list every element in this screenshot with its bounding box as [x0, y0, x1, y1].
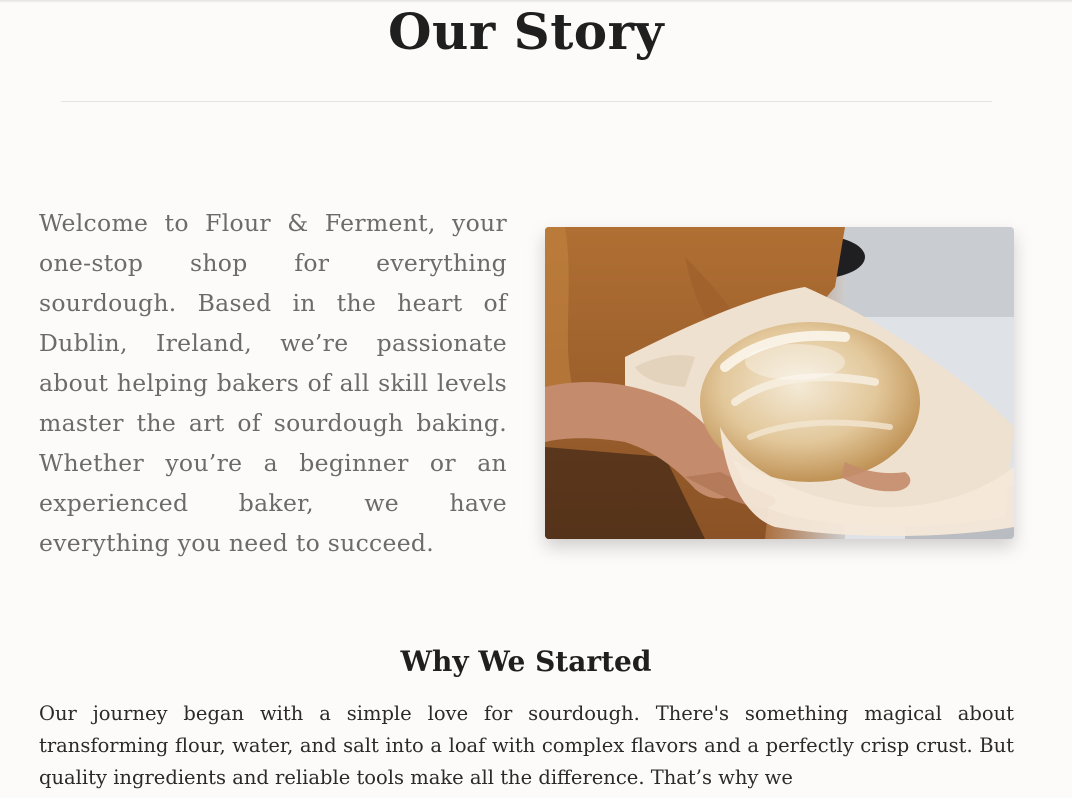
- intro-paragraph: Welcome to Flour & Ferment, your one-sto…: [39, 209, 507, 557]
- why-we-started-heading: Why We Started: [400, 645, 652, 678]
- journey-paragraph: Our journey began with a simple love for…: [39, 702, 1014, 789]
- page-title: Our Story: [387, 2, 665, 61]
- divider: [61, 101, 992, 102]
- sourdough-loaf-image: [545, 227, 1014, 539]
